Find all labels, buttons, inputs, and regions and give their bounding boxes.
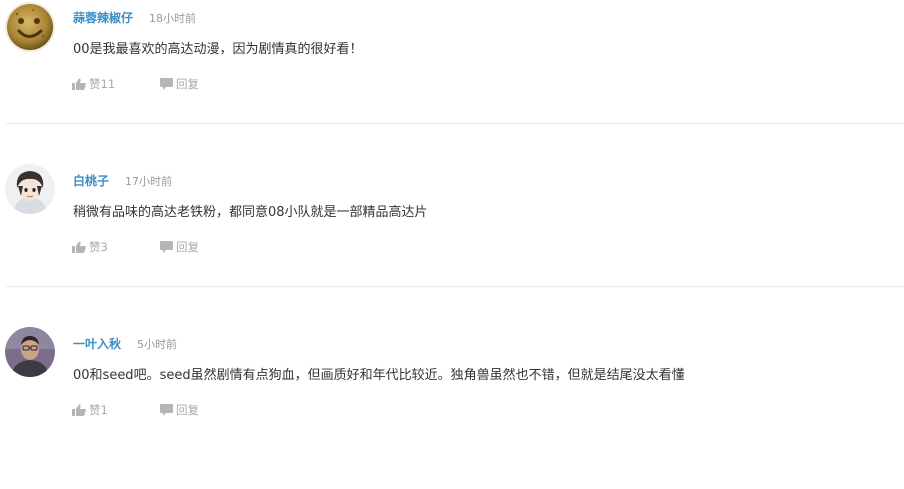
comment-text: 00和seed吧。seed虽然剧情有点狗血，但画质好和年代比较近。独角兽虽然也不… [73, 368, 685, 383]
person-photo-avatar-icon [5, 327, 55, 377]
speech-bubble-icon [160, 241, 173, 253]
comment-item: 一叶入秋 5小时前 00和seed吧。seed虽然剧情有点狗血，但画质好和年代比… [0, 326, 904, 489]
thumbs-up-icon [72, 78, 86, 90]
like-button[interactable]: 赞11 [72, 76, 115, 92]
comment-item: 白桃子 17小时前 稍微有品味的高达老铁粉，都同意08小队就是一部精品高达片 赞… [0, 163, 904, 326]
reply-label: 回复 [176, 403, 199, 417]
reply-label: 回复 [176, 240, 199, 254]
user-avatar[interactable] [5, 2, 55, 52]
like-count: 赞1 [89, 403, 108, 417]
anime-character-avatar-icon [5, 164, 55, 214]
like-button[interactable]: 赞3 [72, 239, 108, 255]
smiley-cookie-avatar-icon [5, 2, 55, 52]
reply-button[interactable]: 回复 [160, 239, 199, 255]
reply-button[interactable]: 回复 [160, 402, 199, 418]
username[interactable]: 一叶入秋 [73, 335, 121, 352]
divider [6, 286, 904, 287]
like-button[interactable]: 赞1 [72, 402, 108, 418]
user-avatar[interactable] [5, 327, 55, 377]
speech-bubble-icon [160, 78, 173, 90]
thumbs-up-icon [72, 404, 86, 416]
username[interactable]: 白桃子 [73, 172, 109, 189]
comment-text: 00是我最喜欢的高达动漫，因为剧情真的很好看！ [73, 42, 363, 57]
comment-list: 蒜蓉辣椒仔 18小时前 00是我最喜欢的高达动漫，因为剧情真的很好看！ 赞11 … [0, 0, 904, 421]
divider [6, 123, 904, 124]
reply-label: 回复 [176, 77, 199, 91]
comment-time: 17小时前 [125, 175, 172, 188]
comment-time: 18小时前 [149, 12, 196, 25]
reply-button[interactable]: 回复 [160, 76, 199, 92]
username[interactable]: 蒜蓉辣椒仔 [73, 9, 133, 26]
like-count: 赞11 [89, 77, 116, 91]
like-count: 赞3 [89, 240, 108, 254]
comment-text: 稍微有品味的高达老铁粉，都同意08小队就是一部精品高达片 [73, 205, 428, 220]
comment-time: 5小时前 [137, 338, 177, 351]
user-avatar[interactable] [5, 164, 55, 214]
comment-item: 蒜蓉辣椒仔 18小时前 00是我最喜欢的高达动漫，因为剧情真的很好看！ 赞11 … [0, 0, 904, 163]
speech-bubble-icon [160, 404, 173, 416]
thumbs-up-icon [72, 241, 86, 253]
